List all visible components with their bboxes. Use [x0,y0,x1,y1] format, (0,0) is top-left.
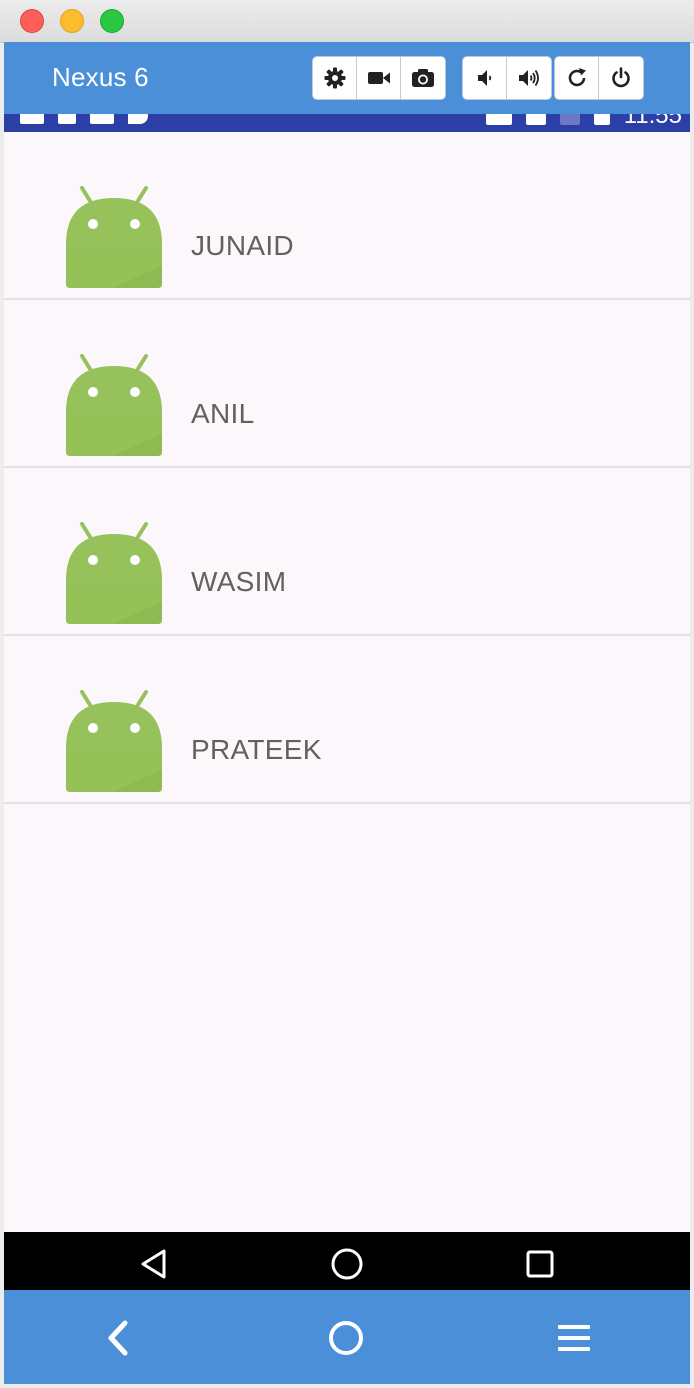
notification-icons [20,114,148,124]
emulator-home-button[interactable] [324,1316,368,1360]
home-circle-icon [331,1248,363,1280]
rotate-icon [568,68,586,87]
android-recents-button[interactable] [522,1246,558,1282]
android-home-button[interactable] [329,1246,365,1282]
record-video-button[interactable] [357,57,401,99]
window-close-button[interactable] [20,9,44,33]
list-item[interactable]: WASIM [4,468,690,636]
device-screen: 11:55 JUNAID ANIL WASIM PRATEEK [4,114,690,1290]
contact-name: ANIL [191,398,255,429]
volume-down-icon [477,70,491,86]
list-item[interactable]: PRATEEK [4,636,690,804]
emulator-bottombar [4,1290,690,1384]
emulator-back-button[interactable] [98,1316,142,1360]
android-icon [66,186,162,288]
recents-square-icon [526,1250,554,1278]
window-titlebar [0,0,694,43]
notification-icon [20,114,44,124]
back-chevron-icon [108,1320,128,1356]
vibrate-icon [485,114,512,125]
notification-icon [90,114,114,124]
power-icon [612,67,630,88]
android-back-button[interactable] [136,1246,172,1282]
list-item[interactable]: JUNAID [4,132,690,300]
rotate-button[interactable] [555,57,599,99]
android-navbar [4,1232,690,1290]
battery-icon [593,114,610,125]
window-maximize-button[interactable] [100,9,124,33]
home-circle-icon [329,1321,363,1355]
list-item[interactable]: ANIL [4,300,690,468]
toolbar-group-device [554,56,644,100]
volume-up-button[interactable] [507,57,551,99]
video-camera-icon [367,72,390,84]
signal-icon [559,114,580,125]
status-icons: 11:55 [485,114,682,129]
android-icon [66,690,162,792]
emulator-toolbar: Nexus 6 [4,42,690,114]
screenshot-button[interactable] [401,57,445,99]
emulator-menu-button[interactable] [552,1316,596,1360]
toolbar-group-volume [462,56,552,100]
power-button[interactable] [599,57,643,99]
back-triangle-icon [141,1249,166,1279]
status-time: 11:55 [623,114,682,129]
menu-icon [558,1325,590,1351]
wifi-icon [525,114,546,125]
android-icon [66,354,162,456]
camera-icon [412,69,434,87]
settings-button[interactable] [313,57,357,99]
toolbar-group-capture [312,56,446,100]
window-minimize-button[interactable] [60,9,84,33]
contact-name: PRATEEK [191,734,322,765]
notification-icon [58,114,76,124]
volume-down-button[interactable] [463,57,507,99]
android-statusbar: 11:55 [4,114,690,132]
android-icon [66,522,162,624]
contact-name: JUNAID [191,230,294,261]
contact-name: WASIM [191,566,287,597]
volume-up-icon [519,70,539,86]
contact-list: JUNAID ANIL WASIM PRATEEK [4,132,690,804]
device-name: Nexus 6 [52,62,149,92]
gear-icon [324,67,345,89]
play-icon [128,114,148,124]
